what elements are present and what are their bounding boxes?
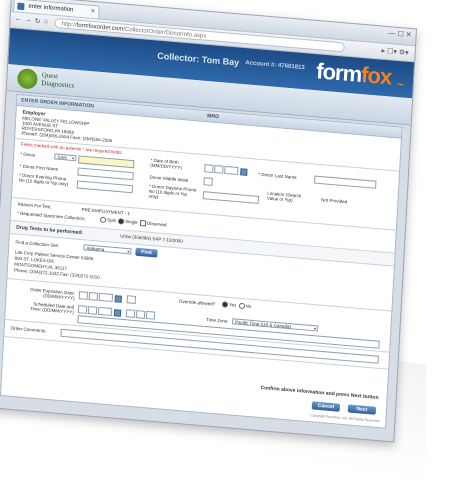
evening-phone-input[interactable] bbox=[76, 180, 134, 194]
formfox-logo: formfox ~ bbox=[315, 58, 404, 91]
last-name-input[interactable] bbox=[314, 175, 377, 189]
logo-accent: fox bbox=[360, 62, 392, 90]
override-no-radio[interactable] bbox=[238, 302, 245, 310]
next-label: Next bbox=[356, 406, 368, 414]
calendar-icon[interactable] bbox=[240, 168, 248, 176]
single-label: Single bbox=[124, 218, 138, 225]
find-button[interactable]: Find bbox=[135, 247, 158, 258]
exp-month-input[interactable] bbox=[78, 291, 89, 300]
sched-month-input[interactable] bbox=[77, 305, 88, 314]
page-tools-icon[interactable]: ▸ ☐▾ ⚙▾ bbox=[381, 47, 408, 57]
photo-stage: enter information ✕ — ☐ ✕ ← → ↻ ⌂ http:/… bbox=[0, 0, 451, 481]
sched-ampm-input[interactable] bbox=[145, 310, 156, 320]
next-button[interactable]: Next bbox=[347, 404, 377, 415]
timezone-value: Pacific Time (US & Canada) bbox=[234, 319, 292, 330]
donor-id-input[interactable] bbox=[78, 155, 135, 169]
middle-label: Donor Middle Initial bbox=[149, 174, 189, 183]
middle-input[interactable] bbox=[203, 177, 213, 186]
url-path: /CollectorOrder/DonorInfo.aspx bbox=[123, 26, 207, 40]
dob-day-input[interactable] bbox=[214, 165, 224, 174]
override-no-label: No bbox=[245, 303, 252, 309]
tab-title: enter information bbox=[28, 3, 74, 14]
exp-calendar-icon[interactable] bbox=[114, 295, 122, 303]
browser-window: enter information ✕ — ☐ ✕ ← → ↻ ⌂ http:/… bbox=[0, 0, 417, 443]
cancel-button[interactable]: Cancel bbox=[311, 401, 341, 412]
observed-label: Observed bbox=[146, 220, 167, 228]
daytime-phone-input[interactable] bbox=[202, 191, 260, 204]
state-select[interactable]: Alabama bbox=[83, 244, 132, 255]
comments-label: Order Comments: bbox=[10, 325, 47, 334]
specimen-label: * Requested Specimen Collection: bbox=[16, 210, 86, 222]
dob-label: * Date of Birth (MM/DD/YYYY) bbox=[150, 157, 182, 171]
location-label: Location (Search Value or %p) bbox=[266, 190, 302, 203]
daytime-phone-label: * Donor Daytime Phone No (10 digits or %… bbox=[148, 183, 197, 200]
exp-year-input[interactable] bbox=[98, 292, 114, 303]
location-value: Not Provided bbox=[321, 197, 348, 205]
confirm-note: Confirm above information and press Next… bbox=[260, 384, 379, 401]
observed-checkbox[interactable] bbox=[139, 219, 147, 227]
sched-hour-input[interactable] bbox=[125, 309, 136, 318]
reason-value: PRE EMPLOYMENT - 1 bbox=[81, 206, 131, 217]
state-value: Alabama bbox=[86, 245, 105, 253]
id-type-select[interactable]: SSN bbox=[54, 153, 77, 162]
window-controls[interactable]: — ☐ ✕ bbox=[388, 29, 411, 39]
reload-icon[interactable]: ↻ bbox=[34, 17, 40, 25]
sched-day-input[interactable] bbox=[87, 305, 98, 315]
quest-line2: Diagnostics bbox=[41, 78, 75, 90]
sched-minute-input[interactable] bbox=[135, 310, 146, 319]
drug-tests-value: Urine (35606N) SAP 7-10/2000 bbox=[120, 233, 183, 244]
logo-swoosh-icon: ~ bbox=[396, 77, 404, 92]
logo-main: form bbox=[315, 58, 362, 88]
url-prefix: http:// bbox=[61, 21, 77, 29]
collector-name: Collector: Tom Bay bbox=[157, 50, 240, 68]
first-name-input[interactable] bbox=[77, 167, 134, 181]
find-label: Find bbox=[141, 249, 152, 257]
copyright-footer: Copyright FormFox, Inc. All Rights Reser… bbox=[310, 413, 380, 424]
account-number: Account #: 47681813 bbox=[245, 60, 305, 72]
override-label: Override allowed? bbox=[178, 298, 216, 307]
specimen-options[interactable]: Split Single Observed bbox=[99, 216, 167, 229]
url-domain: formfoxorder.com bbox=[76, 22, 124, 33]
quest-logo-icon bbox=[16, 67, 38, 90]
override-yes-label: Yes bbox=[228, 302, 237, 308]
donor-label: * Donor bbox=[20, 151, 36, 158]
override-yes-radio[interactable] bbox=[221, 301, 229, 308]
reason-label: Reason For Test: bbox=[17, 201, 52, 210]
sched-calendar-icon[interactable] bbox=[113, 309, 122, 317]
split-label: Split bbox=[106, 217, 116, 224]
quest-logo-text: Quest Diagnostics bbox=[41, 71, 75, 90]
favicon-icon bbox=[17, 2, 25, 11]
exp-day-input[interactable] bbox=[88, 291, 99, 301]
scheduled-label: Scheduled Date and Time: (DD/MM/YYYY) bbox=[29, 301, 75, 315]
expiration-label: Order Expiration Date: (DD/MM/YYYY) bbox=[29, 286, 76, 301]
sched-year-input[interactable] bbox=[97, 306, 113, 317]
last-name-label: * Donor Last Name bbox=[258, 171, 297, 181]
first-name-label: * Donor First Name bbox=[19, 163, 59, 172]
mro-label: MRO bbox=[207, 113, 220, 121]
order-form: ENTER ORDER INFORMATION MRO Employer MEL… bbox=[0, 93, 403, 429]
lab-site-label: Find a Collection Site: bbox=[15, 239, 60, 249]
split-radio[interactable] bbox=[99, 216, 107, 224]
single-radio[interactable] bbox=[117, 218, 125, 225]
override-options[interactable]: Yes No bbox=[221, 301, 252, 310]
home-icon[interactable]: ⌂ bbox=[43, 18, 48, 25]
cancel-label: Cancel bbox=[317, 402, 335, 411]
id-type-value: SSN bbox=[57, 154, 67, 161]
dob-month-input[interactable] bbox=[204, 164, 214, 173]
dob-year-input[interactable] bbox=[224, 165, 239, 176]
back-icon[interactable]: ← bbox=[14, 15, 21, 23]
evening-phone-label: * Donor Evening Phone No (10 digits or %… bbox=[18, 172, 69, 187]
forward-icon[interactable]: → bbox=[24, 16, 31, 24]
close-tab-icon[interactable]: ✕ bbox=[90, 6, 96, 19]
exp-extra-input[interactable] bbox=[126, 295, 137, 304]
timezone-label: Time Zone: bbox=[205, 317, 229, 324]
